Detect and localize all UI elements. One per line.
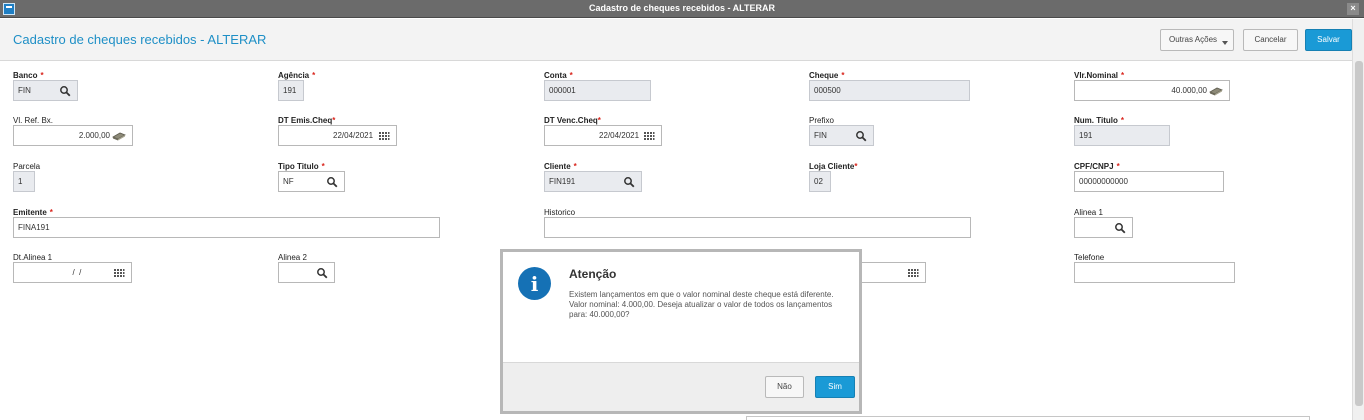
dialog-footer: Não Sim bbox=[503, 362, 859, 411]
yes-button[interactable]: Sim bbox=[815, 376, 855, 398]
scrollbar-thumb[interactable] bbox=[1355, 61, 1363, 406]
prefixo-field[interactable]: FIN bbox=[809, 125, 874, 146]
search-icon[interactable] bbox=[59, 85, 71, 97]
telefone-label: Telefone bbox=[1074, 253, 1105, 262]
conta-label: Conta * bbox=[544, 71, 573, 80]
cliente-label: Cliente * bbox=[544, 162, 577, 171]
alinea1-label: Alinea 1 bbox=[1074, 208, 1103, 217]
loja-cliente-field[interactable]: 02 bbox=[809, 171, 831, 192]
page-header: Cadastro de cheques recebidos - ALTERAR … bbox=[0, 19, 1352, 61]
dt-alinea1-field[interactable]: / / bbox=[13, 262, 132, 283]
banco-field[interactable]: FIN bbox=[13, 80, 78, 101]
num-titulo-label: Num. Titulo * bbox=[1074, 116, 1124, 125]
loja-cliente-label: Loja Cliente* bbox=[809, 162, 858, 171]
vl-ref-bx-field[interactable]: 2.000,00 bbox=[13, 125, 133, 146]
vertical-scrollbar[interactable] bbox=[1352, 19, 1364, 420]
emitente-field[interactable]: FINA191 bbox=[13, 217, 440, 238]
cliente-field[interactable]: FIN191 bbox=[544, 171, 642, 192]
search-icon[interactable] bbox=[1114, 222, 1126, 234]
dt-venc-label: DT Venc.Cheq* bbox=[544, 116, 601, 125]
window-title: Cadastro de cheques recebidos - ALTERAR bbox=[588, 3, 776, 13]
vl-ref-bx-label: Vl. Ref. Bx. bbox=[13, 116, 54, 125]
prefixo-label: Prefixo bbox=[809, 116, 834, 125]
dt-emis-field[interactable]: 22/04/2021 bbox=[278, 125, 397, 146]
parcela-field[interactable]: 1 bbox=[13, 171, 35, 192]
search-icon[interactable] bbox=[623, 176, 635, 188]
no-button[interactable]: Não bbox=[765, 376, 804, 398]
dt-emis-label: DT Emis.Cheq* bbox=[278, 116, 336, 125]
alinea1-field[interactable] bbox=[1074, 217, 1133, 238]
alinea2-field[interactable] bbox=[278, 262, 335, 283]
num-titulo-field[interactable]: 191 bbox=[1074, 125, 1170, 146]
calendar-icon[interactable] bbox=[643, 130, 655, 142]
search-icon[interactable] bbox=[326, 176, 338, 188]
emitente-label: Emitente * bbox=[13, 208, 53, 217]
historico-field[interactable] bbox=[544, 217, 971, 238]
money-icon[interactable] bbox=[112, 130, 126, 142]
money-icon[interactable] bbox=[1209, 85, 1223, 97]
outras-acoes-button[interactable]: Outras Ações bbox=[1160, 29, 1234, 51]
tipo-titulo-label: Tipo Titulo * bbox=[278, 162, 325, 171]
dt-alinea1-label: Dt.Alinea 1 bbox=[13, 253, 53, 262]
search-icon[interactable] bbox=[855, 130, 867, 142]
cpf-cnpj-field[interactable]: 00000000000 bbox=[1074, 171, 1224, 192]
alinea2-label: Alinea 2 bbox=[278, 253, 307, 262]
telefone-field[interactable] bbox=[1074, 262, 1235, 283]
dialog-message: Existem lançamentos em que o valor nomin… bbox=[569, 290, 834, 319]
attention-dialog: i Atenção Existem lançamentos em que o v… bbox=[500, 249, 862, 414]
caret-down-icon bbox=[1222, 41, 1228, 45]
calendar-icon[interactable] bbox=[378, 130, 390, 142]
bottom-panel-edge bbox=[746, 416, 1310, 420]
window-titlebar: Cadastro de cheques recebidos - ALTERAR … bbox=[0, 0, 1364, 18]
dialog-title: Atenção bbox=[569, 267, 617, 281]
historico-label: Historico bbox=[544, 208, 576, 217]
cpf-cnpj-label: CPF/CNPJ * bbox=[1074, 162, 1120, 171]
cancel-button[interactable]: Cancelar bbox=[1243, 29, 1298, 51]
parcela-label: Parcela bbox=[13, 162, 41, 171]
search-icon[interactable] bbox=[316, 267, 328, 279]
page-title: Cadastro de cheques recebidos - ALTERAR bbox=[13, 32, 267, 47]
vlr-nominal-label: Vlr.Nominal * bbox=[1074, 71, 1125, 80]
conta-field[interactable]: 000001 bbox=[544, 80, 651, 101]
outras-acoes-label: Outras Ações bbox=[1169, 35, 1218, 44]
vlr-nominal-field[interactable]: 40.000,00 bbox=[1074, 80, 1230, 101]
tipo-titulo-field[interactable]: NF bbox=[278, 171, 345, 192]
agencia-field[interactable]: 191 bbox=[278, 80, 304, 101]
calendar-icon[interactable] bbox=[907, 267, 919, 279]
agencia-label: Agência * bbox=[278, 71, 316, 80]
calendar-icon[interactable] bbox=[113, 267, 125, 279]
cheque-field[interactable]: 000500 bbox=[809, 80, 970, 101]
save-button[interactable]: Salvar bbox=[1305, 29, 1352, 51]
banco-label: Banco * bbox=[13, 71, 44, 80]
info-icon: i bbox=[518, 267, 551, 300]
cheque-label: Cheque * bbox=[809, 71, 845, 80]
window-close-button[interactable]: × bbox=[1347, 3, 1359, 15]
dt-venc-field[interactable]: 22/04/2021 bbox=[544, 125, 662, 146]
